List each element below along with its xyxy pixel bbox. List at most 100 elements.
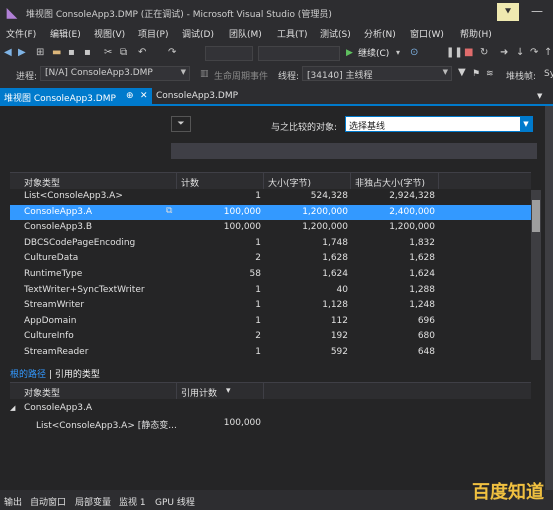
table-row[interactable]: RuntimeType 58 1,624 1,624: [10, 267, 531, 283]
thread-icon[interactable]: ≋: [486, 69, 494, 79]
tab-heap-view[interactable]: 堆视图 ConsoleApp3.DMP ⊕ ✕: [0, 88, 152, 106]
continue-dropdown-icon[interactable]: ▾: [396, 46, 400, 60]
table-row[interactable]: CultureInfo 2 192 680: [10, 329, 531, 345]
copy-icon[interactable]: ⧉: [120, 46, 127, 60]
cell-count: 1: [255, 300, 261, 311]
inspect-instances-icon[interactable]: ⧉: [166, 206, 172, 216]
tab-output[interactable]: 输出: [4, 495, 22, 508]
cell-inclusive-size: 696: [417, 315, 435, 326]
menu-edit[interactable]: 编辑(E): [50, 27, 81, 40]
continue-icon[interactable]: ▶: [346, 46, 353, 60]
menu-debug[interactable]: 调试(D): [182, 27, 214, 40]
menu-help[interactable]: 帮助(H): [460, 27, 492, 40]
show-next-statement-icon[interactable]: ➜: [500, 46, 508, 60]
column-object-type[interactable]: 对象类型: [24, 176, 60, 189]
search-input[interactable]: [171, 143, 537, 159]
table-row[interactable]: TextWriter+SyncTextWriter 1 40 1,288: [10, 283, 531, 299]
menu-team[interactable]: 团队(M): [229, 27, 262, 40]
document-tab-strip: 堆视图 ConsoleApp3.DMP ⊕ ✕ ConsoleApp3.DMP …: [0, 88, 553, 106]
configuration-combo[interactable]: [205, 46, 253, 61]
tab-referenced-types[interactable]: 引用的类型: [55, 370, 100, 380]
column-size[interactable]: 大小(字节): [268, 176, 311, 189]
cell-inclusive-size: 1,200,000: [389, 222, 435, 233]
undo-icon[interactable]: ↶: [138, 46, 146, 60]
open-folder-icon[interactable]: ▬: [52, 46, 61, 60]
thread-combo[interactable]: [34140] 主线程 ▼: [302, 66, 452, 81]
pin-icon[interactable]: ⊕: [126, 91, 134, 101]
table-row[interactable]: StreamReader 1 592 648: [10, 345, 531, 361]
minimize-button[interactable]: —: [527, 5, 547, 19]
column-object-type[interactable]: 对象类型: [24, 386, 60, 399]
column-reference-count[interactable]: 引用计数: [181, 386, 217, 399]
restart-icon[interactable]: ↻: [480, 46, 488, 60]
process-combo[interactable]: [N/A] ConsoleApp3.DMP ▼: [40, 66, 190, 81]
filter-thread-icon[interactable]: ▼: [458, 67, 466, 78]
new-project-icon[interactable]: ⊞: [36, 46, 44, 60]
tree-row[interactable]: ◢ ConsoleApp3.A: [10, 401, 531, 417]
tree-row[interactable]: List<ConsoleApp3.A> [静态变... 100,000: [10, 416, 531, 432]
save-icon[interactable]: ▪: [68, 46, 75, 60]
column-inclusive-size[interactable]: 非独占大小(字节): [355, 176, 425, 189]
step-over-icon[interactable]: ↷: [530, 46, 538, 60]
menu-project[interactable]: 项目(P): [138, 27, 168, 40]
close-icon[interactable]: ✕: [140, 91, 148, 101]
notification-filter-icon[interactable]: ⯆: [497, 3, 519, 21]
tab-overflow-icon[interactable]: ▼: [537, 92, 542, 100]
attach-icon[interactable]: ⊙: [410, 46, 418, 60]
tab-autos[interactable]: 自动窗口: [30, 495, 66, 508]
table-row[interactable]: ConsoleApp3.B 100,000 1,200,000 1,200,000: [10, 220, 531, 236]
platform-combo[interactable]: [258, 46, 340, 61]
redo-icon[interactable]: ↷: [168, 46, 176, 60]
menu-window[interactable]: 窗口(W): [410, 27, 444, 40]
cut-icon[interactable]: ✂: [104, 46, 112, 60]
table-row[interactable]: ConsoleApp3.A 100,000 1,200,000 2,400,000 ⧉: [10, 204, 531, 221]
table-row[interactable]: AppDomain 1 112 696: [10, 314, 531, 330]
tab-dump-file[interactable]: ConsoleApp3.DMP: [152, 88, 242, 106]
visual-studio-logo-icon: ◣: [6, 5, 18, 21]
tab-locals[interactable]: 局部变量: [75, 495, 111, 508]
menu-view[interactable]: 视图(V): [94, 27, 125, 40]
cell-object-type: StreamReader: [24, 347, 89, 357]
stack-frame-value[interactable]: Sy: [544, 69, 553, 79]
lifecycle-icon[interactable]: ▥: [200, 69, 209, 79]
standard-toolbar: ◀ ▶ ⊞ ▬ ▪ ▪ ✂ ⧉ ↶ ↷ ▶ 继续(C) ▾ ⊙ ❚❚ ■ ↻ ➜…: [0, 43, 553, 64]
tab-gpu-threads[interactable]: GPU 线程: [155, 495, 195, 508]
save-all-icon[interactable]: ▪: [84, 46, 91, 60]
menu-tools[interactable]: 工具(T): [277, 27, 308, 40]
cell-inclusive-size: 1,832: [409, 237, 435, 248]
cell-inclusive-size: 2,400,000: [389, 206, 435, 217]
table-scrollbar-thumb[interactable]: [532, 200, 540, 232]
table-row[interactable]: List<ConsoleApp3.A> 1 524,328 2,924,328: [10, 189, 531, 205]
object-table-header: 对象类型 计数 大小(字节) 非独占大小(字节): [10, 172, 531, 189]
baseline-select[interactable]: 选择基线 ▼: [345, 116, 533, 132]
compare-label: 与之比较的对象:: [271, 123, 338, 133]
tab-dump-file-label: ConsoleApp3.DMP: [156, 91, 239, 101]
lifecycle-events-label[interactable]: 生命周期事件: [214, 69, 268, 82]
column-count[interactable]: 计数: [181, 176, 199, 189]
table-row[interactable]: StreamWriter 1 1,128 1,248: [10, 298, 531, 314]
cell-object-type: RuntimeType: [24, 269, 83, 279]
back-icon[interactable]: ◀: [4, 46, 12, 60]
collapse-icon[interactable]: ◢: [10, 404, 15, 412]
cell-size: 1,624: [322, 269, 348, 279]
tab-paths-to-root[interactable]: 根的路径: [10, 370, 46, 380]
filter-icon[interactable]: ⏷: [171, 116, 191, 132]
menu-analyze[interactable]: 分析(N): [364, 27, 396, 40]
table-row[interactable]: CultureData 2 1,628 1,628: [10, 251, 531, 267]
cell-object-type: CultureData: [24, 253, 79, 264]
cell-object-type: DBCSCodePageEncoding: [24, 237, 136, 248]
cell-count: 100,000: [223, 222, 261, 233]
sort-descending-icon[interactable]: ▾: [226, 386, 231, 396]
tab-watch-1[interactable]: 监视 1: [119, 495, 146, 508]
continue-button[interactable]: 继续(C): [358, 46, 389, 59]
menu-file[interactable]: 文件(F): [6, 27, 36, 40]
step-out-icon[interactable]: ↑: [544, 46, 552, 60]
forward-icon[interactable]: ▶: [18, 46, 26, 60]
step-into-icon[interactable]: ↓: [516, 46, 524, 60]
pause-icon[interactable]: ❚❚: [446, 46, 463, 60]
editor-scrollbar[interactable]: [545, 106, 553, 490]
stop-icon[interactable]: ■: [464, 46, 473, 60]
menu-test[interactable]: 测试(S): [320, 27, 351, 40]
table-row[interactable]: DBCSCodePageEncoding 1 1,748 1,832: [10, 236, 531, 252]
flag-icon[interactable]: ⚑: [472, 69, 480, 79]
